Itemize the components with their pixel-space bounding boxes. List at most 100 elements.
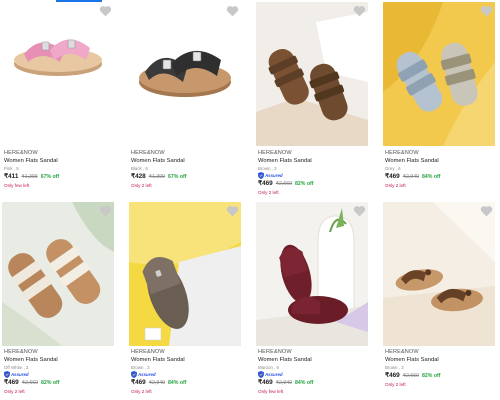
product-brand: HERE&NOW: [131, 349, 165, 355]
wishlist-heart-icon[interactable]: [99, 5, 112, 17]
product-image[interactable]: [129, 2, 241, 146]
product-info: HERE&NOW Women Flats Sandal Brown , 3 As…: [131, 349, 241, 396]
wishlist-heart-icon[interactable]: [353, 205, 366, 217]
product-variant: Grey , 6: [385, 166, 401, 171]
discount-percent: 82% off: [41, 380, 60, 386]
product-grid: HERE&NOW Women Flats Sandal Pink , 5 ₹41…: [0, 0, 500, 400]
wishlist-heart-icon[interactable]: [226, 5, 239, 17]
product-title[interactable]: Women Flats Sandal: [131, 356, 241, 364]
product-title[interactable]: Women Flats Sandal: [258, 157, 368, 165]
product-variant: Brown , 3: [131, 365, 150, 370]
assured-badge: Assured: [131, 371, 241, 378]
assured-label: Assured: [138, 372, 156, 377]
original-price: ₹2,660: [21, 380, 39, 386]
black-sandal-image: [129, 2, 241, 146]
price-row: ₹428 ₹1,399 67% off: [131, 172, 241, 182]
pink-sandal-image: [2, 2, 114, 146]
product-brand: HERE&NOW: [385, 150, 419, 156]
original-price: ₹2,949: [402, 174, 420, 180]
brown-sandal-image: [256, 2, 368, 146]
price-row: ₹469 ₹2,949 84% off: [131, 378, 241, 388]
stock-status: Only few left: [4, 183, 30, 188]
brown-toe-ring-sandal-image: [383, 202, 495, 346]
stock-status: Only 2 left: [4, 389, 25, 394]
assured-badge: Assured: [258, 172, 368, 179]
product-image[interactable]: [129, 202, 241, 346]
product-variant: Pink , 5: [4, 166, 19, 171]
shield-icon: [258, 371, 264, 378]
product-title[interactable]: Women Flats Sandal: [4, 356, 114, 364]
product-variant: Black , 6: [131, 166, 148, 171]
selling-price: ₹411: [4, 173, 19, 180]
wishlist-heart-icon[interactable]: [480, 205, 493, 217]
stock-status: Only 2 left: [385, 382, 406, 387]
product-variant: Off White , 3: [4, 365, 29, 370]
product-image[interactable]: [2, 202, 114, 346]
discount-percent: 67% off: [40, 174, 60, 180]
assured-label: Assured: [265, 173, 283, 178]
product-info: HERE&NOW Women Flats Sandal Brown , 3 ₹4…: [385, 349, 495, 389]
wishlist-heart-icon[interactable]: [480, 5, 493, 17]
discount-percent: 84% off: [168, 380, 187, 386]
product-title[interactable]: Women Flats Sandal: [385, 157, 495, 165]
product-image[interactable]: [383, 2, 495, 146]
product-title[interactable]: Women Flats Sandal: [258, 356, 368, 364]
product-info: HERE&NOW Women Flats Sandal Brown , 3 As…: [258, 150, 368, 197]
price-row: ₹469 ₹2,949 84% off: [385, 172, 495, 182]
original-price: ₹1,399: [21, 174, 38, 180]
discount-percent: 67% off: [168, 174, 187, 180]
product-image[interactable]: [2, 2, 114, 146]
original-price: ₹2,949: [275, 380, 293, 386]
selling-price: ₹469: [131, 379, 146, 386]
product-brand: HERE&NOW: [4, 150, 38, 156]
original-price: ₹2,660: [402, 373, 420, 379]
selling-price: ₹469: [385, 372, 400, 379]
assured-label: Assured: [265, 372, 283, 377]
original-price: ₹2,660: [275, 181, 293, 187]
assured-label: Assured: [11, 372, 29, 377]
price-row: ₹469 ₹2,660 82% off: [258, 179, 368, 189]
selling-price: ₹428: [131, 173, 146, 180]
brown-mule-image: [129, 202, 241, 346]
stock-status: Only 2 left: [385, 183, 406, 188]
product-brand: HERE&NOW: [385, 349, 419, 355]
shield-icon: [131, 371, 137, 378]
product-variant: Maroon , 6: [258, 365, 279, 370]
price-row: ₹469 ₹2,660 82% off: [4, 378, 114, 388]
wishlist-heart-icon[interactable]: [353, 5, 366, 17]
product-info: HERE&NOW Women Flats Sandal Off White , …: [4, 349, 114, 396]
wishlist-heart-icon[interactable]: [226, 205, 239, 217]
selling-price: ₹469: [4, 379, 19, 386]
grey-sandal-image: [383, 2, 495, 146]
product-brand: HERE&NOW: [131, 150, 165, 156]
assured-badge: Assured: [4, 371, 114, 378]
product-title[interactable]: Women Flats Sandal: [385, 356, 495, 364]
product-variant: Brown , 3: [385, 365, 404, 370]
shield-icon: [4, 371, 10, 378]
assured-badge: Assured: [258, 371, 368, 378]
selling-price: ₹469: [385, 173, 400, 180]
product-info: HERE&NOW Women Flats Sandal Grey , 6 ₹46…: [385, 150, 495, 190]
original-price: ₹2,949: [148, 380, 166, 386]
shield-icon: [258, 172, 264, 179]
product-brand: HERE&NOW: [258, 150, 292, 156]
maroon-mule-image: [256, 202, 368, 346]
product-image[interactable]: [383, 202, 495, 346]
stock-status: Only 2 left: [258, 190, 279, 195]
price-row: ₹469 ₹2,949 84% off: [258, 378, 368, 388]
product-brand: HERE&NOW: [258, 349, 292, 355]
price-row: ₹469 ₹2,660 82% off: [385, 371, 495, 381]
product-title[interactable]: Women Flats Sandal: [4, 157, 114, 165]
product-info: HERE&NOW Women Flats Sandal Maroon , 6 A…: [258, 349, 368, 396]
product-variant: Brown , 3: [258, 166, 277, 171]
product-brand: HERE&NOW: [4, 349, 38, 355]
product-image[interactable]: [256, 2, 368, 146]
product-info: HERE&NOW Women Flats Sandal Black , 6 ₹4…: [131, 150, 241, 190]
price-row: ₹411 ₹1,399 67% off: [4, 172, 114, 182]
selling-price: ₹469: [258, 379, 273, 386]
product-image[interactable]: [256, 202, 368, 346]
wishlist-heart-icon[interactable]: [99, 205, 112, 217]
product-title[interactable]: Women Flats Sandal: [131, 157, 241, 165]
stock-status: Only few left: [258, 389, 284, 394]
off-white-sandal-image: [2, 202, 114, 346]
